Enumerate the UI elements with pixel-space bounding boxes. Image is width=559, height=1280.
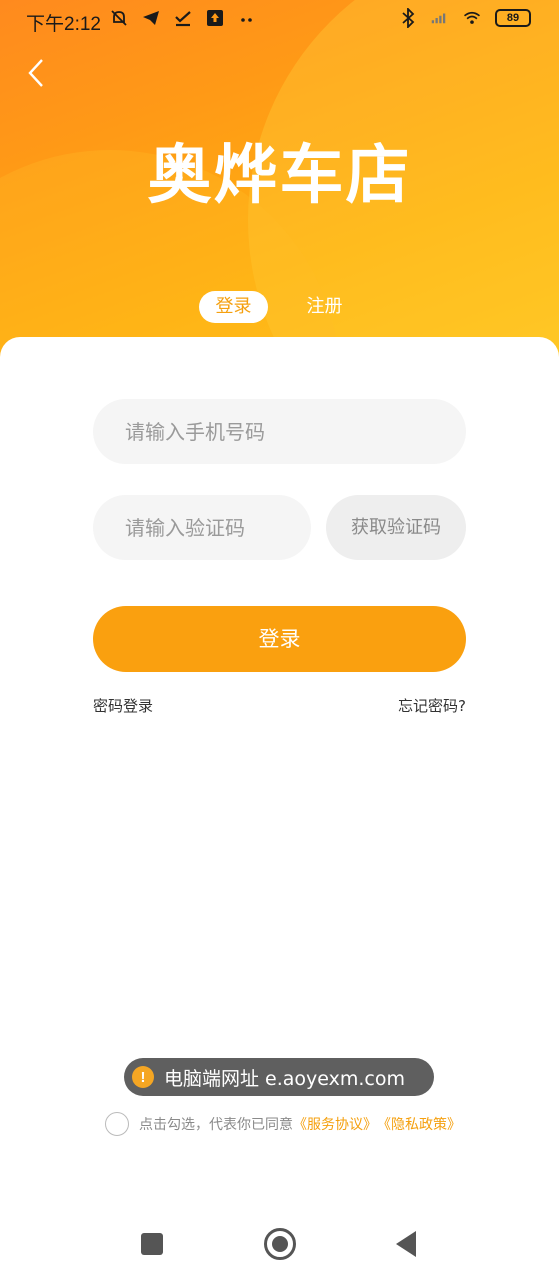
bluetooth-icon: [399, 8, 417, 28]
recent-apps-button[interactable]: [141, 1233, 163, 1255]
system-nav-bar: [0, 1205, 559, 1280]
system-back-button[interactable]: [396, 1231, 416, 1257]
agreement-text: 点击勾选，代表你已同意: [139, 1117, 293, 1133]
phone-input[interactable]: [93, 399, 466, 464]
agreement-row: 点击勾选，代表你已同意 《服务协议》 《隐私政策》: [105, 1112, 461, 1136]
tab-login[interactable]: 登录: [199, 291, 268, 323]
privacy-policy-link[interactable]: 《隐私政策》: [377, 1114, 461, 1134]
signal-icon: [431, 9, 449, 27]
verification-code-input[interactable]: [93, 495, 311, 560]
code-field: [93, 495, 311, 560]
toast-text: 电脑端网址 e.aoyexm.com: [164, 1067, 406, 1090]
back-button[interactable]: [22, 56, 52, 90]
mute-icon: [110, 9, 128, 27]
check-icon: [174, 9, 192, 27]
toast-message: ! 电脑端网址 e.aoyexm.com: [124, 1058, 434, 1096]
more-icon: [238, 9, 256, 27]
login-button[interactable]: 登录: [93, 606, 466, 672]
status-bar: 下午2:12 89: [0, 0, 559, 42]
header-banner: 下午2:12 89 奥烨车店 登录 注册: [0, 0, 559, 380]
upload-icon: [206, 9, 224, 27]
home-button[interactable]: [264, 1228, 296, 1260]
telegram-icon: [142, 9, 160, 27]
phone-field: [93, 399, 466, 464]
status-time: 下午2:12: [26, 14, 101, 35]
agreement-checkbox[interactable]: [105, 1112, 129, 1136]
battery-indicator: 89: [495, 9, 531, 27]
get-code-button[interactable]: 获取验证码: [326, 495, 466, 560]
warning-icon: !: [132, 1066, 154, 1088]
forgot-password-link[interactable]: 忘记密码?: [398, 695, 466, 716]
wifi-icon: [463, 9, 481, 27]
chevron-left-icon: [28, 59, 43, 87]
service-agreement-link[interactable]: 《服务协议》: [293, 1114, 377, 1134]
auth-tabs: 登录 注册: [0, 291, 559, 325]
login-card: 获取验证码 登录 密码登录 忘记密码?: [0, 337, 559, 1280]
password-login-link[interactable]: 密码登录: [93, 695, 153, 716]
tab-register[interactable]: 注册: [290, 291, 359, 323]
app-logo: 奥烨车店: [147, 139, 412, 213]
